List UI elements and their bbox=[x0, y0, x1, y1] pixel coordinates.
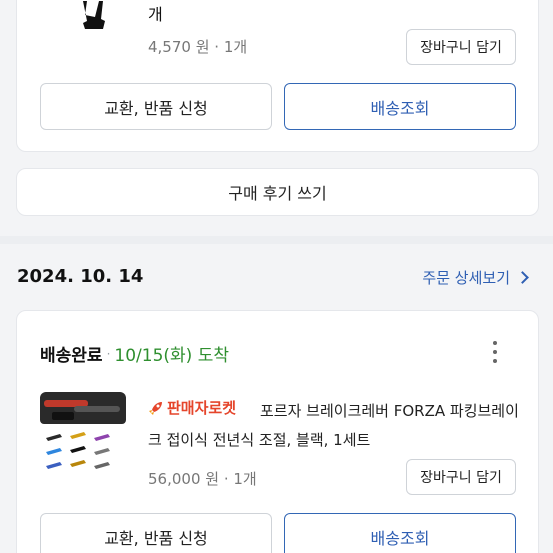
separator-dot: · bbox=[106, 346, 111, 361]
exchange-return-button[interactable]: 교환, 반품 신청 bbox=[40, 513, 272, 553]
separator-dot: · bbox=[209, 38, 224, 56]
price-value: 56,000 원 bbox=[148, 470, 220, 488]
status-label: 배송완료 bbox=[40, 346, 103, 366]
order-item-card-previous: 개 4,570 원 · 1개 장바구니 담기 교환, 반품 신청 배송조회 bbox=[16, 0, 539, 152]
price-value: 4,570 원 bbox=[148, 38, 210, 56]
product-price: 4,570 원 · 1개 bbox=[148, 36, 247, 57]
order-detail-link[interactable]: 주문 상세보기 bbox=[422, 267, 529, 288]
track-shipment-button[interactable]: 배송조회 bbox=[284, 513, 516, 553]
write-review-button[interactable]: 구매 후기 쓰기 bbox=[16, 168, 539, 216]
add-to-cart-button[interactable]: 장바구니 담기 bbox=[406, 29, 516, 65]
order-detail-label: 주문 상세보기 bbox=[422, 269, 510, 287]
delivery-status: 배송완료 · 10/15(화) 도착 bbox=[40, 341, 229, 366]
order-history-page: 개 4,570 원 · 1개 장바구니 담기 교환, 반품 신청 배송조회 구매… bbox=[0, 0, 553, 553]
seller-rocket-badge: 판매자로켓 bbox=[148, 397, 236, 418]
exchange-return-button[interactable]: 교환, 반품 신청 bbox=[40, 83, 272, 130]
add-to-cart-button[interactable]: 장바구니 담기 bbox=[406, 459, 516, 495]
more-vertical-icon[interactable] bbox=[492, 341, 498, 363]
quantity-value: 1개 bbox=[233, 470, 257, 488]
product-name[interactable]: 개 bbox=[148, 1, 163, 25]
product-thumbnail[interactable] bbox=[40, 392, 126, 478]
order-date: 2024. 10. 14 bbox=[17, 266, 144, 287]
separator-dot: · bbox=[219, 470, 234, 488]
track-shipment-button[interactable]: 배송조회 bbox=[284, 83, 516, 130]
arrival-date: 10/15(화) 도착 bbox=[114, 346, 229, 366]
product-thumbnail[interactable] bbox=[65, 1, 125, 29]
section-divider bbox=[0, 236, 553, 244]
order-item-card: 배송완료 · 10/15(화) 도착 포르자 브레이크레버 FORZA 파킹브레… bbox=[16, 310, 539, 553]
seller-badge-label: 판매자로켓 bbox=[167, 399, 237, 417]
quantity-value: 1개 bbox=[223, 38, 248, 56]
rocket-icon bbox=[149, 401, 162, 415]
product-price: 56,000 원 · 1개 bbox=[148, 468, 257, 489]
chevron-right-icon bbox=[516, 271, 529, 284]
